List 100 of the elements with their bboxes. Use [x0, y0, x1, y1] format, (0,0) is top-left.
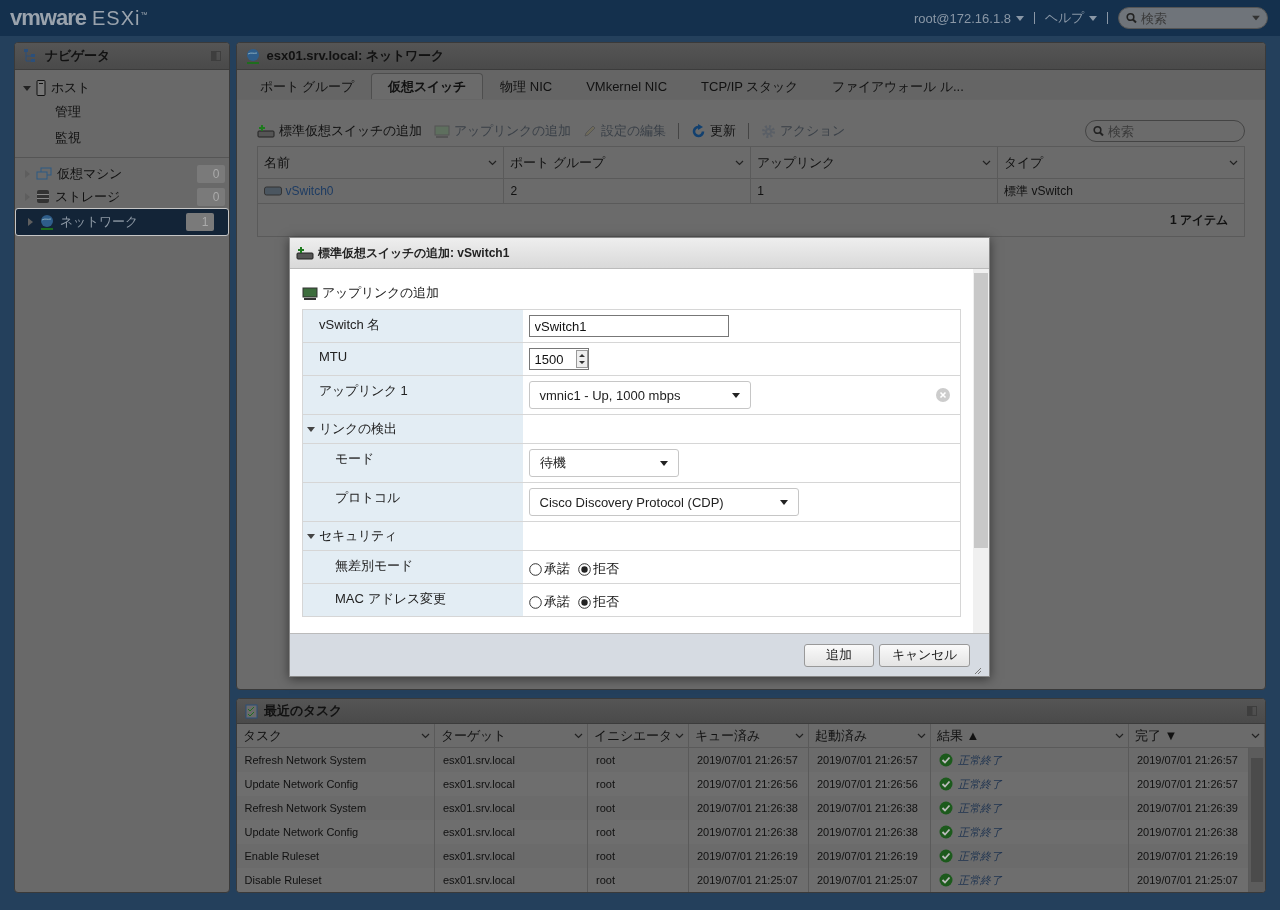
column-header[interactable]: タスク: [236, 724, 435, 748]
column-header[interactable]: 名前: [257, 146, 504, 179]
expander-icon[interactable]: [307, 533, 315, 539]
dropdown-arrow-icon: [779, 499, 788, 505]
search-field[interactable]: 検索: [1118, 7, 1268, 29]
scrollbar[interactable]: [973, 269, 989, 633]
radio-label: 拒否: [592, 560, 619, 578]
dropdown[interactable]: vmnic1 - Up, 1000 mbps: [528, 381, 751, 409]
help-menu[interactable]: ヘルプ: [1045, 9, 1097, 27]
nav-item[interactable]: 管理: [15, 99, 229, 125]
nav-item[interactable]: 監視: [15, 125, 229, 151]
table-cell: root: [587, 820, 689, 844]
dialog-button[interactable]: キャンセル: [879, 643, 970, 667]
field-label: vSwitch 名: [319, 317, 381, 332]
tab[interactable]: 物理 NIC: [483, 73, 570, 99]
column-header[interactable]: アップリンク: [750, 146, 998, 179]
table-cell: 2019/07/01 21:26:38: [688, 820, 809, 844]
radio-button[interactable]: [528, 562, 542, 576]
name-field[interactable]: vSwitch1: [528, 315, 729, 337]
table-cell: 1: [750, 178, 998, 204]
pencil-icon: [582, 124, 597, 138]
chevron-icon: [982, 159, 992, 166]
column-header[interactable]: ポート グループ: [503, 146, 751, 179]
radio-label: 拒否: [592, 593, 619, 611]
expander-icon[interactable]: [307, 426, 315, 432]
chevron-icon: [675, 732, 684, 739]
chevron-icon: [795, 732, 804, 739]
table-cell: esx01.srv.local: [434, 772, 588, 796]
field-label: モード: [335, 451, 374, 466]
column-header[interactable]: イニシエータ: [587, 724, 689, 748]
chevron-icon: [421, 732, 430, 739]
table-cell: 2019/07/01 21:25:07: [808, 868, 931, 892]
column-header[interactable]: 起動済み: [808, 724, 931, 748]
radio-button[interactable]: [577, 562, 591, 576]
radio-button[interactable]: [577, 595, 591, 609]
column-header[interactable]: タイプ: [997, 146, 1245, 179]
chevron-icon: [1229, 159, 1238, 166]
radio-label: 承諾: [543, 593, 570, 611]
spinner-arrows-icon[interactable]: [575, 350, 588, 368]
column-header[interactable]: キュー済み: [688, 724, 809, 748]
switch-add-icon: [256, 124, 275, 138]
dropdown-arrow-icon: [731, 392, 740, 398]
tab[interactable]: TCP/IP スタック: [684, 73, 816, 99]
group-label: セキュリティ: [319, 527, 397, 545]
table-cell: root: [587, 868, 689, 892]
globe-icon: [244, 47, 261, 65]
switch-link[interactable]: vSwitch0: [285, 184, 334, 198]
network-card-icon: [302, 286, 318, 300]
field-label: 無差別モード: [335, 558, 413, 573]
check-circle-icon: [939, 801, 953, 815]
table-cell: Disable Ruleset: [236, 868, 435, 892]
table-cell: esx01.srv.local: [434, 820, 588, 844]
check-circle-icon: [939, 849, 953, 863]
number-spinner[interactable]: 1500: [528, 348, 589, 370]
table-cell: esx01.srv.local: [434, 868, 588, 892]
resize-grip-icon[interactable]: [975, 668, 981, 674]
status-text: 正常終了: [958, 872, 1002, 888]
dropdown[interactable]: Cisco Discovery Protocol (CDP): [528, 488, 799, 516]
dropdown[interactable]: 待機: [528, 449, 679, 477]
table-cell: 2019/07/01 21:25:07: [688, 868, 809, 892]
table-cell: 2019/07/01 21:26:57: [1128, 772, 1249, 796]
tab[interactable]: ファイアウォール ル...: [815, 73, 981, 99]
column-header[interactable]: 結果 ▲: [930, 724, 1129, 748]
toolbar-button[interactable]: 更新: [690, 122, 736, 140]
table-cell: 2019/07/01 21:26:38: [1128, 820, 1249, 844]
status-text: 正常終了: [958, 776, 1002, 792]
scrollbar[interactable]: [1249, 748, 1265, 892]
column-header[interactable]: ターゲット: [434, 724, 588, 748]
remove-icon[interactable]: [936, 388, 950, 402]
dialog-button[interactable]: 追加: [804, 643, 874, 667]
tab[interactable]: 仮想スイッチ: [371, 73, 484, 99]
check-circle-icon: [939, 777, 953, 791]
tab[interactable]: VMkernel NIC: [569, 73, 685, 99]
radio-label: 承諾: [543, 560, 570, 578]
vm-icon: [36, 166, 52, 181]
server-icon: [36, 79, 46, 96]
caret-icon: [1016, 15, 1024, 21]
chevron-icon: [1251, 732, 1260, 739]
field-label: プロトコル: [335, 490, 400, 505]
panel-title: esx01.srv.local: ネットワーク: [266, 47, 444, 65]
toolbar-button[interactable]: 標準仮想スイッチの追加: [256, 122, 422, 140]
chevron-icon: [574, 732, 583, 739]
search-icon: [1126, 12, 1137, 24]
field-label: MAC アドレス変更: [335, 591, 446, 606]
field-label: MTU: [319, 349, 348, 364]
globe-icon: [39, 213, 55, 231]
status-text: 正常終了: [958, 824, 1002, 840]
database-icon: [36, 189, 50, 204]
chevron-icon: [1115, 732, 1124, 739]
network-card-icon: [433, 124, 450, 138]
nav-item[interactable]: ホスト: [15, 76, 229, 99]
tab[interactable]: ポート グループ: [242, 73, 372, 99]
dialog-title: 標準仮想スイッチの追加: vSwitch1: [318, 244, 510, 262]
caret-icon: [1252, 15, 1260, 21]
radio-button[interactable]: [528, 595, 542, 609]
status-text: 正常終了: [958, 752, 1002, 768]
search-icon: [1093, 125, 1104, 137]
switch-icon: [263, 186, 282, 196]
column-header[interactable]: 完了 ▼: [1128, 724, 1265, 748]
user-menu[interactable]: root@172.16.1.8: [913, 10, 1024, 26]
